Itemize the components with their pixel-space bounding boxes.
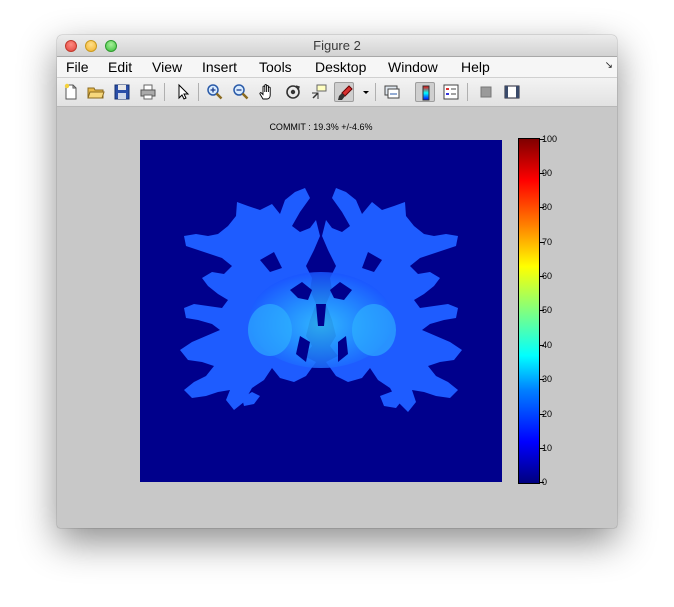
- data-cursor-icon[interactable]: [309, 82, 329, 102]
- colorbar-label-50: 50: [542, 305, 553, 315]
- colorbar-label-100: 100: [542, 134, 558, 144]
- window-title: Figure 2: [313, 38, 361, 53]
- menu-bar: File Edit View Insert Tools Desktop Wind…: [57, 57, 617, 78]
- edit-plot-arrow-icon[interactable]: [172, 82, 192, 102]
- colorbar-label-60: 60: [542, 271, 553, 281]
- menu-view[interactable]: View: [152, 59, 182, 75]
- colorbar[interactable]: [518, 138, 540, 484]
- menu-window[interactable]: Window: [388, 59, 438, 75]
- figure-window: Figure 2 File Edit View Insert Tools Des…: [57, 35, 617, 528]
- colorbar-label-0: 0: [542, 477, 548, 487]
- menu-help[interactable]: Help: [461, 59, 490, 75]
- brain-map-image[interactable]: [140, 140, 502, 482]
- right-bright-spot: [352, 304, 396, 356]
- menu-insert[interactable]: Insert: [202, 59, 237, 75]
- menu-overflow-arrow-icon[interactable]: ↘: [605, 60, 613, 71]
- rotate-3d-icon[interactable]: [283, 82, 303, 102]
- brush-icon[interactable]: [334, 82, 354, 102]
- colorbar-label-40: 40: [542, 340, 553, 350]
- colorbar-label-70: 70: [542, 237, 553, 247]
- save-icon[interactable]: [112, 82, 132, 102]
- link-plot-icon[interactable]: [382, 82, 402, 102]
- colorbar-label-10: 10: [542, 443, 553, 453]
- menu-edit[interactable]: Edit: [108, 59, 132, 75]
- menu-file[interactable]: File: [66, 59, 89, 75]
- print-icon[interactable]: [138, 82, 158, 102]
- colorbar-label-90: 90: [542, 168, 553, 178]
- colorbar-label-30: 30: [542, 374, 553, 384]
- pan-hand-icon[interactable]: [257, 82, 277, 102]
- insert-colorbar-icon[interactable]: [415, 82, 435, 102]
- title-bar[interactable]: Figure 2: [57, 35, 617, 57]
- open-file-icon[interactable]: [86, 82, 106, 102]
- zoom-in-icon[interactable]: [205, 82, 225, 102]
- toolbar-separator: [164, 83, 165, 101]
- show-plot-tools-icon[interactable]: [502, 82, 522, 102]
- zoom-out-icon[interactable]: [231, 82, 251, 102]
- toolbar-separator: [467, 83, 468, 101]
- left-bright-spot: [248, 304, 292, 356]
- menu-tools[interactable]: Tools: [259, 59, 292, 75]
- toolbar-separator: [198, 83, 199, 101]
- colorbar-label-80: 80: [542, 202, 553, 212]
- brush-dropdown-icon[interactable]: [356, 82, 369, 102]
- new-figure-icon[interactable]: [61, 82, 81, 102]
- hide-plot-tools-icon[interactable]: [476, 82, 496, 102]
- toolbar-separator: [375, 83, 376, 101]
- figure-toolbar: [57, 78, 617, 107]
- colorbar-label-20: 20: [542, 409, 553, 419]
- menu-desktop[interactable]: Desktop: [315, 59, 366, 75]
- brain-map-svg: [180, 188, 462, 412]
- insert-legend-icon[interactable]: [441, 82, 461, 102]
- axes-title: COMMIT : 19.3% +/-4.6%: [269, 122, 373, 132]
